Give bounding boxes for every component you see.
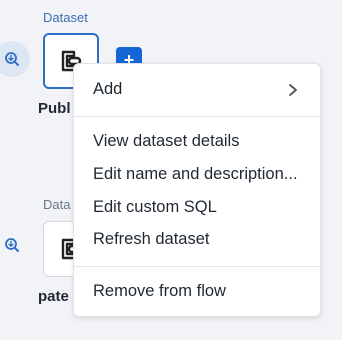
menu-item-view-dataset-details[interactable]: View dataset details [74,126,320,156]
dataset-node-name: Publ [38,100,71,117]
menu-item-refresh-dataset[interactable]: Refresh dataset [74,224,320,254]
chevron-right-icon [289,84,297,96]
menu-item-edit-custom-sql[interactable]: Edit custom SQL [74,192,320,222]
menu-divider [74,266,320,267]
menu-item-add[interactable]: Add [74,74,320,104]
dataset-section-label: Dataset [43,10,88,25]
context-menu: Add View dataset details Edit name and d… [73,63,321,317]
zoom-button[interactable] [0,41,30,77]
zoom-button[interactable] [0,227,30,263]
zoom-in-icon [5,238,19,252]
menu-item-edit-name-description[interactable]: Edit name and description... [74,159,320,189]
zoom-in-icon [5,52,19,66]
dataset-node-name: pate [38,288,69,305]
menu-divider [74,116,320,117]
dataset-section-label: Data [43,197,71,212]
menu-item-remove-from-flow[interactable]: Remove from flow [74,276,320,306]
menu-item-add-label: Add [93,79,123,98]
